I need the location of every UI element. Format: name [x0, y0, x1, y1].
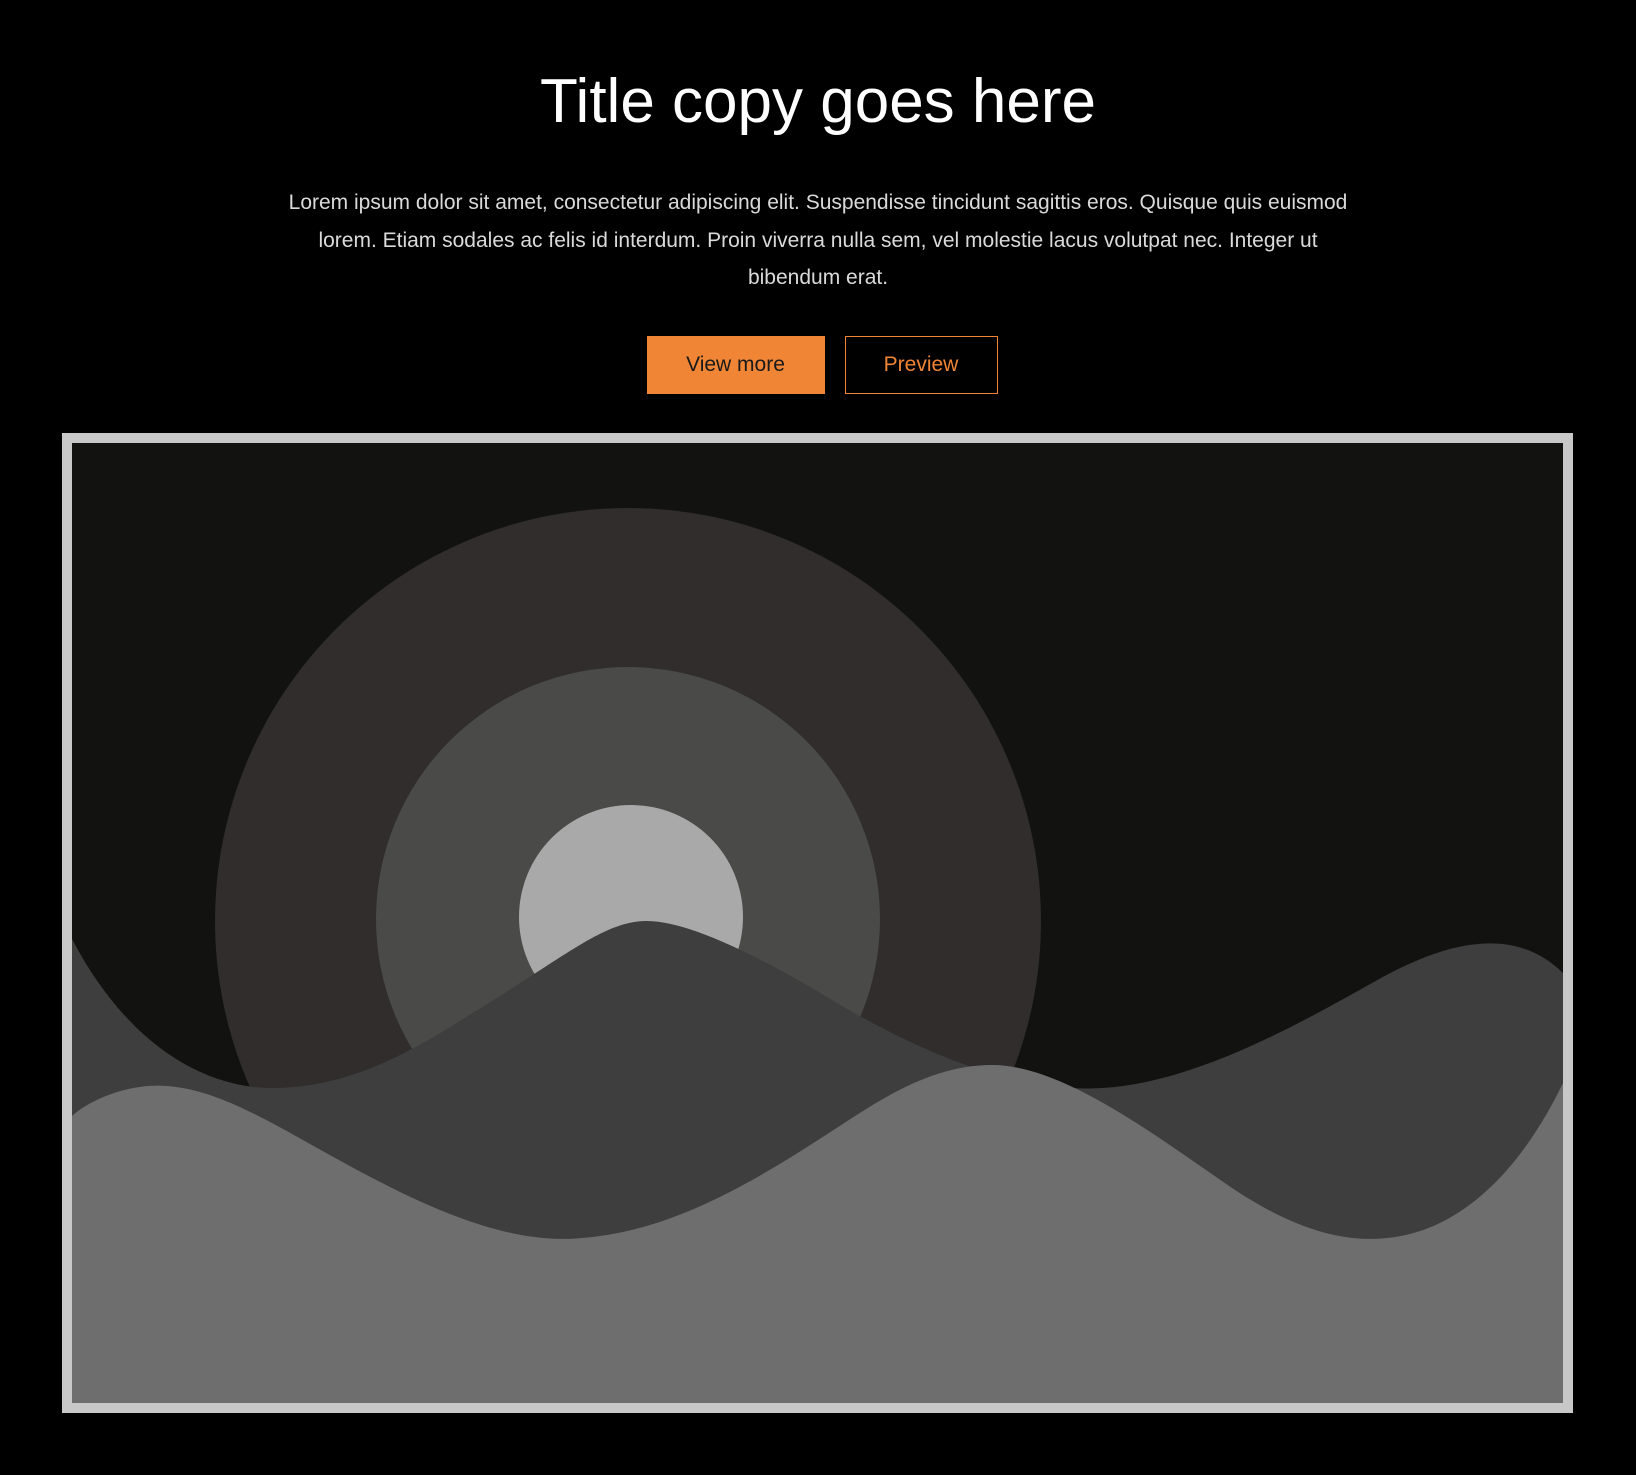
view-more-button[interactable]: View more	[646, 336, 825, 394]
landscape-image-placeholder	[62, 433, 1573, 1413]
landscape-placeholder-icon	[72, 443, 1563, 1403]
cta-button-group: View more Preview	[0, 336, 1636, 394]
page-title: Title copy goes here	[539, 67, 1096, 136]
preview-button[interactable]: Preview	[844, 336, 998, 394]
hero-description: Lorem ipsum dolor sit amet, consectetur …	[288, 191, 1348, 289]
